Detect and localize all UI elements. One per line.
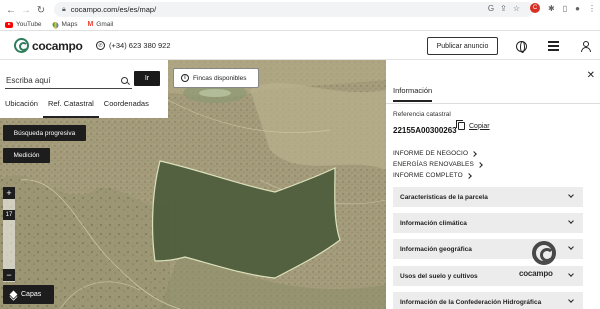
close-icon[interactable]: ✕: [587, 70, 595, 81]
bookmarks-bar: YouTube Maps M Gmail: [0, 19, 600, 31]
layers-icon: [9, 290, 18, 299]
whatsapp-icon: ✆: [96, 41, 105, 50]
url-text: cocampo.com/es/es/map/: [70, 5, 157, 14]
chevron-down-icon: [568, 244, 574, 250]
gmail-icon: M: [87, 21, 94, 28]
report-links: INFORME DE NEGOCIO ENERGÍAS RENOVABLES I…: [393, 148, 483, 181]
profile-avatar-icon[interactable]: ●: [575, 4, 580, 13]
sidepanel-icon[interactable]: ▯: [563, 4, 567, 13]
accordion-climate-info[interactable]: Información climática: [393, 213, 583, 233]
phone-contact[interactable]: ✆ (+34) 623 380 922: [96, 41, 171, 50]
bookmark-youtube[interactable]: YouTube: [5, 21, 42, 28]
browser-toolbar: ← → ↻ 🔒︎ cocampo.com/es/es/map/ G ⇪ ☆ C …: [0, 0, 600, 19]
available-farms-button[interactable]: i Fincas disponibles: [173, 68, 259, 88]
layers-button[interactable]: Capas: [3, 285, 54, 304]
logo-mark-icon: [532, 241, 556, 265]
user-icon[interactable]: [580, 41, 591, 52]
youtube-icon: [5, 21, 13, 28]
bookmark-maps[interactable]: Maps: [50, 20, 77, 29]
maps-icon: [50, 20, 60, 29]
share-icon[interactable]: ⇪: [500, 4, 507, 13]
chevron-down-icon: [568, 297, 574, 303]
search-tabs: Ubicación Ref. Catastral Coordenadas: [0, 95, 168, 118]
kebab-menu-icon[interactable]: ⋮: [588, 4, 596, 13]
google-icon[interactable]: G: [488, 4, 494, 13]
extension-icon[interactable]: C: [530, 3, 541, 13]
accordion-land-use[interactable]: Usos del suelo y cultivos: [393, 266, 583, 286]
forward-icon[interactable]: →: [19, 3, 33, 17]
publish-listing-button[interactable]: Publicar anuncio: [427, 37, 498, 55]
progressive-search-button[interactable]: Búsqueda progresiva: [3, 125, 86, 141]
cadastral-ref-label: Referencia catastral: [393, 111, 451, 118]
chevron-right-icon: [477, 161, 483, 168]
zoom-out-button[interactable]: −: [3, 269, 15, 281]
reload-icon[interactable]: ↻: [34, 3, 48, 17]
tab-ref-catastral[interactable]: Ref. Catastral: [42, 95, 99, 118]
tab-coordenadas[interactable]: Coordenadas: [99, 95, 154, 118]
go-button[interactable]: Ir: [134, 71, 160, 86]
back-icon[interactable]: ←: [4, 3, 18, 17]
link-business-report[interactable]: INFORME DE NEGOCIO: [393, 148, 482, 159]
link-renewable-energy[interactable]: ENERGÍAS RENOVABLES: [393, 159, 483, 170]
chevron-right-icon: [471, 150, 477, 157]
info-panel: ✕ Información Referencia catastral 22155…: [386, 60, 600, 309]
tab-informacion[interactable]: Información: [393, 86, 433, 102]
measure-button[interactable]: Medición: [3, 148, 50, 163]
logo-mark-icon: [14, 38, 29, 53]
lock-icon: 🔒︎: [62, 5, 66, 13]
link-full-report[interactable]: INFORME COMPLETO: [393, 170, 482, 181]
bookmark-star-icon[interactable]: ☆: [513, 4, 520, 13]
site-header: cocampo ✆ (+34) 623 380 922 Publicar anu…: [0, 31, 600, 60]
zoom-control: + 17 −: [3, 187, 15, 282]
search-input[interactable]: [5, 73, 132, 89]
zoom-level: 17: [3, 210, 15, 220]
info-icon: i: [181, 74, 189, 82]
zoom-in-button[interactable]: +: [3, 187, 15, 199]
chevron-right-icon: [465, 172, 472, 179]
accordion-parcel-features[interactable]: Características de la parcela: [393, 187, 583, 207]
bookmark-gmail[interactable]: M Gmail: [87, 21, 113, 28]
cadastral-ref-value: 22155A00300263: [393, 126, 457, 135]
copy-button[interactable]: Copiar: [456, 120, 490, 130]
chevron-down-icon: [568, 271, 574, 277]
search-icon[interactable]: [121, 77, 128, 84]
logo[interactable]: cocampo: [14, 38, 83, 53]
chevron-down-icon: [568, 192, 574, 198]
address-bar[interactable]: 🔒︎ cocampo.com/es/es/map/: [54, 2, 534, 17]
copy-icon: [456, 120, 465, 130]
hamburger-menu-icon[interactable]: [548, 41, 559, 52]
puzzle-icon[interactable]: ✱: [548, 4, 555, 13]
tab-ubicacion[interactable]: Ubicación: [0, 95, 43, 118]
chevron-down-icon: [568, 218, 574, 224]
accordion-hydrographic-info[interactable]: Información de la Confederación Hidrográ…: [393, 292, 583, 309]
globe-icon[interactable]: [516, 41, 527, 53]
